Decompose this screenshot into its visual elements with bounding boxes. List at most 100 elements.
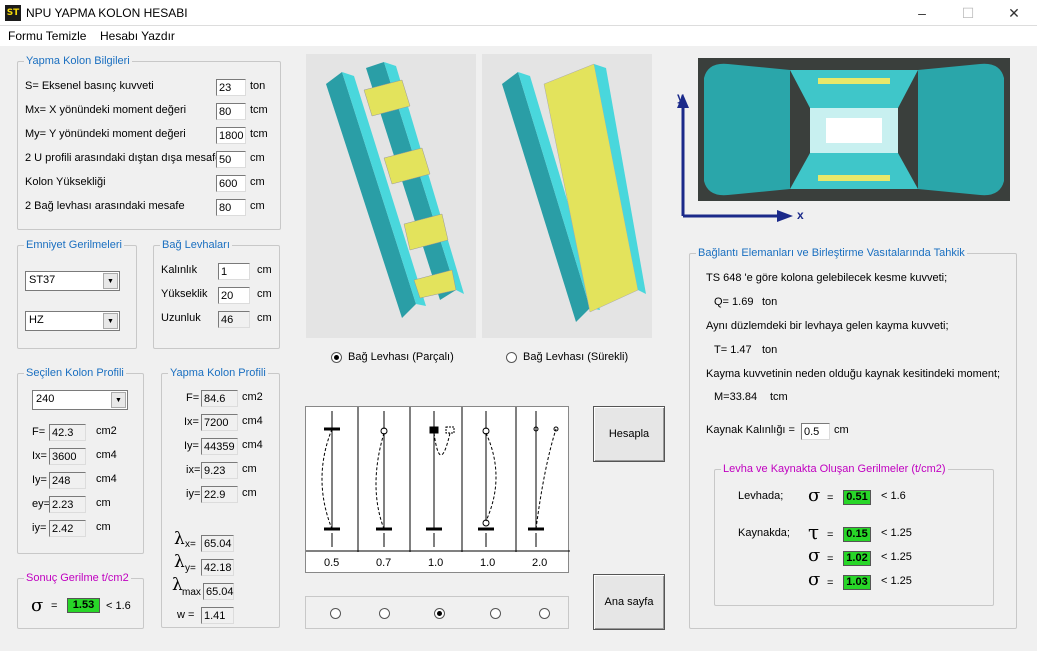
weld-combined-stress-limit: < 1.25 bbox=[881, 575, 912, 587]
area-label: F= bbox=[186, 392, 200, 404]
iy-radius-value: 2.42 bbox=[49, 520, 86, 537]
group-title: Yapma Kolon Profili bbox=[168, 367, 268, 379]
ey-label: ey= bbox=[32, 498, 51, 510]
ix-radius-label: ix= bbox=[186, 464, 201, 476]
sigma-symbol: σ bbox=[31, 595, 44, 616]
weld-shear-limit: < 1.25 bbox=[881, 527, 912, 539]
unit-label: cm bbox=[242, 463, 257, 475]
sigma-symbol: σ bbox=[808, 485, 821, 506]
lambda-symbol: λ bbox=[174, 552, 185, 572]
continuous-tie-plate-column-image bbox=[482, 54, 652, 338]
emniyet-gerilmeleri-group: Emniyet Gerilmeleri ST37 ▼ HZ ▼ bbox=[17, 239, 137, 349]
unit-label: cm bbox=[250, 152, 265, 164]
hesapla-button[interactable]: Hesapla bbox=[593, 406, 665, 462]
unit-label: cm4 bbox=[242, 415, 263, 427]
profile-distance-input[interactable]: 50 bbox=[216, 151, 246, 168]
ana-sayfa-button[interactable]: Ana sayfa bbox=[593, 574, 665, 630]
unit-label: cm bbox=[250, 200, 265, 212]
steel-select[interactable]: ST37 ▼ bbox=[25, 271, 120, 291]
profile-select[interactable]: 240 ▼ bbox=[32, 390, 128, 410]
maximize-button[interactable]: ☐ bbox=[945, 0, 991, 26]
chevron-down-icon[interactable]: ▼ bbox=[103, 313, 118, 329]
weld-thickness-label: Kaynak Kalınlığı = bbox=[706, 424, 795, 436]
weld-normal-stress-limit: < 1.25 bbox=[881, 551, 912, 563]
mx-input[interactable]: 80 bbox=[216, 103, 246, 120]
axial-force-input[interactable]: 23 bbox=[216, 79, 246, 96]
iy-radius-label: iy= bbox=[32, 522, 47, 534]
height-input[interactable]: 20 bbox=[218, 287, 250, 304]
group-title: Sonuç Gerilme t/cm2 bbox=[24, 572, 131, 584]
plate-spacing-input[interactable]: 80 bbox=[216, 199, 246, 216]
shear-force-description: TS 648 'e göre kolona gelebilecek kesme … bbox=[706, 272, 948, 284]
window-title: NPU YAPMA KOLON HESABI bbox=[26, 6, 188, 20]
app-icon: ST bbox=[5, 5, 21, 21]
lambda-x-sub: x= bbox=[185, 539, 196, 550]
lambda-y-sub: y= bbox=[185, 563, 196, 574]
chevron-down-icon[interactable]: ▼ bbox=[103, 273, 118, 289]
ix-radius-value: 9.23 bbox=[201, 462, 238, 479]
lambda-y-value: 42.18 bbox=[201, 559, 234, 576]
continuous-plate-radio[interactable] bbox=[506, 352, 517, 363]
minimize-button[interactable]: – bbox=[899, 0, 945, 26]
w-value: 1.41 bbox=[201, 607, 234, 624]
group-title: Bağ Levhaları bbox=[160, 239, 232, 251]
menu-bar: Formu Temizle Hesabı Yazdır bbox=[0, 26, 1037, 46]
unit-label: cm bbox=[257, 264, 272, 276]
sigma-symbol: σ bbox=[808, 545, 821, 566]
partial-plate-radio[interactable] bbox=[331, 352, 342, 363]
menu-formu-temizle[interactable]: Formu Temizle bbox=[8, 29, 86, 43]
buckling-case-radio[interactable] bbox=[330, 608, 341, 619]
thickness-input[interactable]: 1 bbox=[218, 263, 250, 280]
buckling-case-radio[interactable] bbox=[434, 608, 445, 619]
weld-thickness-input[interactable]: 0.5 bbox=[801, 423, 830, 440]
levha-kaynak-gerilmeler-group: Levha ve Kaynakta Oluşan Gerilmeler (t/c… bbox=[714, 463, 994, 606]
partial-plate-label: Bağ Levhası (Parçalı) bbox=[348, 351, 454, 363]
iy-radius-value: 22.9 bbox=[201, 486, 238, 503]
equals-label: = bbox=[827, 577, 834, 589]
ix-label: Ix= bbox=[32, 450, 47, 462]
load-case-select[interactable]: HZ ▼ bbox=[25, 311, 120, 331]
buckling-case-radio[interactable] bbox=[539, 608, 550, 619]
result-limit: < 1.6 bbox=[106, 600, 131, 612]
plate-stress-limit: < 1.6 bbox=[881, 490, 906, 502]
weld-moment-unit: tcm bbox=[770, 391, 788, 403]
unit-label: cm4 bbox=[96, 473, 117, 485]
plate-shear-description: Aynı düzlemdeki bir levhaya gelen kayma … bbox=[706, 320, 949, 332]
close-button[interactable]: ✕ bbox=[991, 0, 1037, 26]
equals-label: = bbox=[827, 529, 834, 541]
steel-select-value: ST37 bbox=[29, 274, 56, 286]
group-title: Seçilen Kolon Profili bbox=[24, 367, 126, 379]
kaynakda-label: Kaynakda; bbox=[738, 527, 790, 539]
weld-combined-stress-value: 1.03 bbox=[843, 575, 871, 590]
yapma-kolon-profili-group: Yapma Kolon Profili F= 84.6 cm2 Ix= 7200… bbox=[161, 367, 280, 628]
tau-symbol: τ bbox=[808, 520, 820, 544]
lambda-max-value: 65.04 bbox=[203, 583, 234, 600]
unit-label: cm bbox=[96, 497, 111, 509]
group-title: Emniyet Gerilmeleri bbox=[24, 239, 124, 251]
ix-value: 3600 bbox=[49, 448, 86, 465]
secilen-kolon-profili-group: Seçilen Kolon Profili 240 ▼ F= 42.3 cm2 … bbox=[17, 367, 144, 554]
bag-levhalari-group: Bağ Levhaları Kalınlık 1 cm Yükseklik 20… bbox=[153, 239, 280, 349]
column-height-input[interactable]: 600 bbox=[216, 175, 246, 192]
length-label: Uzunluk bbox=[161, 312, 201, 324]
shear-force-unit: ton bbox=[762, 296, 778, 308]
buckling-factor: 0.7 bbox=[376, 557, 392, 569]
weld-normal-stress-value: 1.02 bbox=[843, 551, 871, 566]
buckling-length-diagram: 0.5 0.7 1.0 1.0 2.0 bbox=[305, 406, 570, 573]
baglanti-tahkik-group: Bağlantı Elemanları ve Birleştirme Vasıt… bbox=[689, 247, 1017, 629]
unit-label: cm2 bbox=[242, 391, 263, 403]
plate-shear-unit: ton bbox=[762, 344, 778, 356]
equals-label: = bbox=[51, 600, 58, 612]
x-axis-label: x bbox=[797, 208, 804, 222]
levhada-label: Levhada; bbox=[738, 490, 784, 502]
buckling-case-radio[interactable] bbox=[490, 608, 501, 619]
my-input[interactable]: 1800 bbox=[216, 127, 246, 144]
column-height-label: Kolon Yüksekliği bbox=[25, 176, 106, 188]
yapma-kolon-bilgileri-group: Yapma Kolon Bilgileri S= Eksenel basınç … bbox=[17, 55, 281, 230]
menu-hesabi-yazdir[interactable]: Hesabı Yazdır bbox=[100, 29, 175, 43]
thickness-label: Kalınlık bbox=[161, 264, 198, 276]
chevron-down-icon[interactable]: ▼ bbox=[111, 392, 126, 408]
buckling-case-radio[interactable] bbox=[379, 608, 390, 619]
iy-value: 44359 bbox=[201, 438, 238, 455]
unit-label: cm4 bbox=[242, 439, 263, 451]
